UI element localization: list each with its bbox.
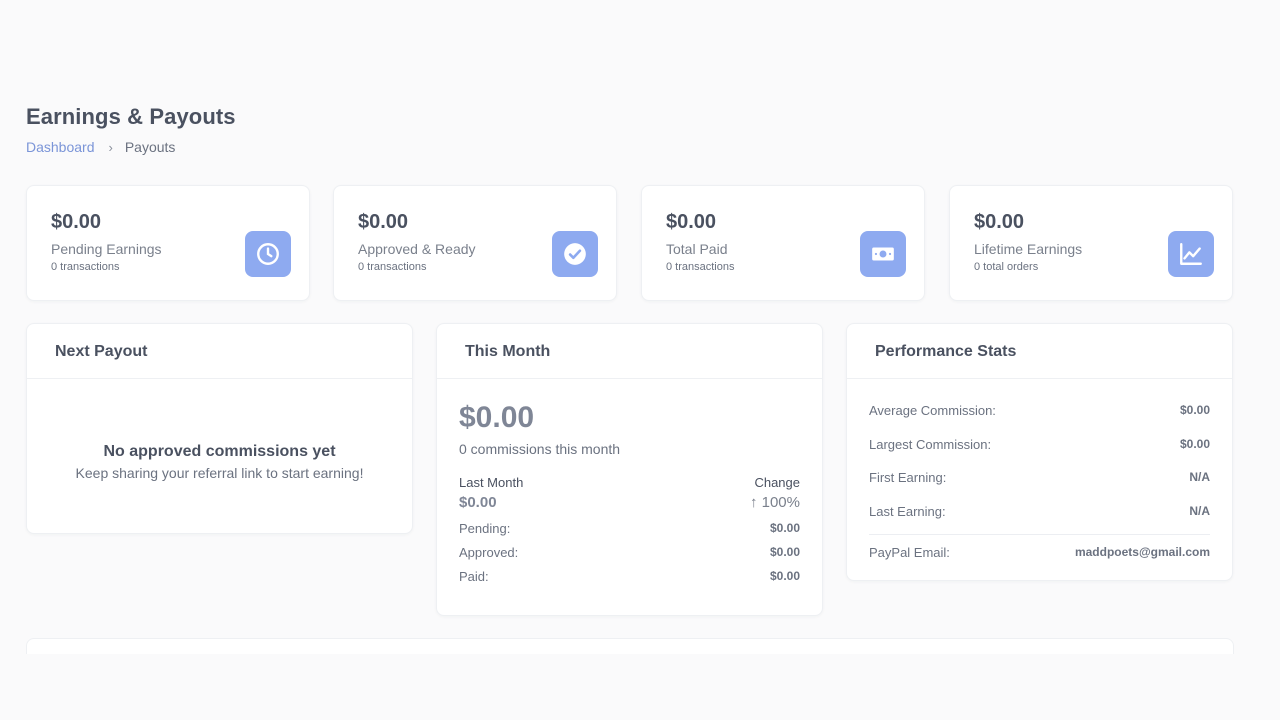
row-label: Paid: [459, 569, 489, 584]
row-value: $0.00 [769, 545, 800, 559]
stat-amount: $0.00 [51, 211, 102, 233]
stat-sub: 0 total orders [974, 261, 1039, 273]
last-month-label: Last Month [459, 475, 524, 490]
stat-label: Total Paid [666, 241, 728, 257]
performance-panel: Performance Stats Average Commission: $0… [846, 323, 1233, 581]
stat-card-pending: $0.00 Pending Earnings 0 transactions [26, 185, 310, 301]
chart-line-icon [1168, 231, 1214, 277]
row-value: N/A [1189, 470, 1210, 484]
stat-sub: 0 transactions [51, 261, 120, 273]
chevron-right-icon: › [108, 139, 113, 155]
breadcrumb-dashboard-link[interactable]: Dashboard [26, 139, 95, 155]
empty-state-subtitle: Keep sharing your referral link to start… [75, 465, 364, 481]
perf-row-last: Last Earning: N/A [869, 504, 1210, 538]
row-label: Approved: [459, 545, 519, 560]
panel-title: This Month [437, 324, 822, 379]
month-row-paid: Paid: $0.00 [459, 569, 800, 584]
perf-row-average: Average Commission: $0.00 [869, 403, 1210, 437]
change-value: ↑ 100% [750, 494, 800, 511]
check-circle-icon [552, 231, 598, 277]
row-value: $0.00 [769, 521, 800, 535]
perf-row-largest: Largest Commission: $0.00 [869, 437, 1210, 471]
clock-icon [245, 231, 291, 277]
panel-title: Next Payout [27, 324, 412, 379]
stat-card-total-paid: $0.00 Total Paid 0 transactions [641, 185, 925, 301]
row-value: $0.00 [769, 569, 800, 583]
bottom-card [26, 638, 1234, 654]
paypal-email: maddpoets@gmail.com [1074, 545, 1210, 559]
arrow-up-icon: ↑ [749, 494, 758, 511]
stat-amount: $0.00 [358, 211, 409, 233]
page-title: Earnings & Payouts [26, 104, 236, 129]
stat-card-approved: $0.00 Approved & Ready 0 transactions [333, 185, 617, 301]
stat-amount: $0.00 [974, 211, 1025, 233]
month-row-approved: Approved: $0.00 [459, 545, 800, 560]
panel-title: Performance Stats [847, 324, 1232, 379]
row-label: PayPal Email: [869, 545, 950, 560]
stat-label: Lifetime Earnings [974, 241, 1083, 257]
perf-row-paypal: PayPal Email: maddpoets@gmail.com [869, 545, 1210, 579]
perf-row-first: First Earning: N/A [869, 470, 1210, 504]
row-value: $0.00 [1179, 436, 1210, 451]
row-label: Average Commission: [869, 403, 996, 418]
change-label: Change [754, 475, 800, 490]
row-value: N/A [1189, 503, 1210, 518]
stat-label: Approved & Ready [358, 241, 476, 257]
row-label: Largest Commission: [869, 436, 992, 452]
stat-sub: 0 transactions [666, 261, 735, 273]
row-value: $0.00 [1179, 403, 1210, 417]
money-icon [860, 231, 906, 277]
empty-state-title: No approved commissions yet [103, 443, 336, 460]
row-label: Last Earning: [869, 503, 946, 519]
stat-label: Pending Earnings [51, 241, 162, 257]
last-month-value: $0.00 [459, 494, 497, 511]
month-row-pending: Pending: $0.00 [459, 521, 800, 536]
next-payout-panel: Next Payout No approved commissions yet … [26, 323, 413, 534]
month-amount: $0.00 [459, 401, 535, 434]
this-month-panel: This Month $0.00 0 commissions this mont… [436, 323, 823, 616]
stat-sub: 0 transactions [358, 261, 427, 273]
row-label: First Earning: [869, 470, 947, 485]
stat-amount: $0.00 [666, 211, 717, 233]
change-percent: 100% [761, 494, 800, 511]
month-count: 0 commissions this month [459, 441, 621, 457]
row-label: Pending: [459, 521, 511, 536]
empty-state: No approved commissions yet Keep sharing… [27, 379, 412, 481]
stat-card-lifetime: $0.00 Lifetime Earnings 0 total orders [949, 185, 1233, 301]
breadcrumb-current: Payouts [124, 139, 176, 155]
breadcrumb: Dashboard › Payouts [26, 139, 175, 155]
